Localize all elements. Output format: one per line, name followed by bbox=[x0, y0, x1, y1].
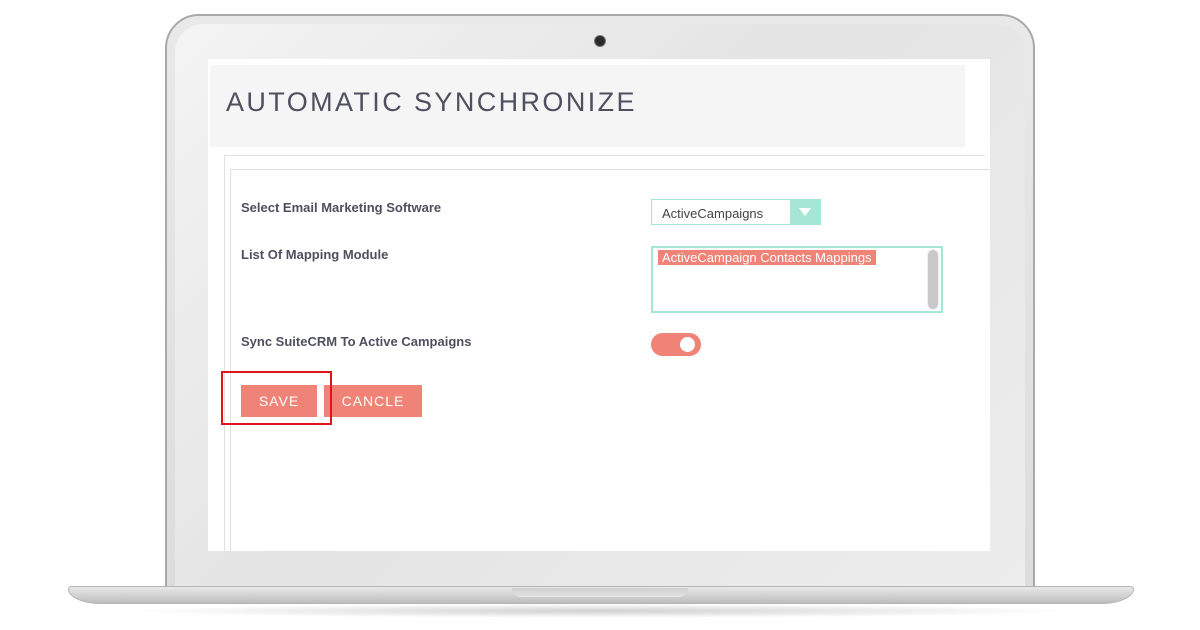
listbox-scrollbar[interactable] bbox=[927, 249, 939, 310]
form-panel-inner bbox=[230, 169, 990, 551]
email-software-label: Select Email Marketing Software bbox=[241, 200, 442, 215]
cancel-button[interactable]: CANCLE bbox=[324, 385, 422, 417]
laptop-shadow bbox=[120, 604, 1080, 618]
mapping-module-listbox[interactable]: ActiveCampaign Contacts Mappings bbox=[651, 246, 943, 313]
email-software-select[interactable]: ActiveCampaigns bbox=[651, 199, 821, 225]
scrollbar-thumb[interactable] bbox=[928, 250, 938, 309]
header-panel: AUTOMATIC SYNCHRONIZE bbox=[210, 65, 965, 147]
app-screen: AUTOMATIC SYNCHRONIZE Select Email Marke… bbox=[208, 59, 990, 551]
mapping-module-label: List Of Mapping Module bbox=[241, 247, 389, 262]
mapping-option-selected[interactable]: ActiveCampaign Contacts Mappings bbox=[658, 250, 876, 265]
laptop-notch bbox=[512, 588, 688, 597]
page-title: AUTOMATIC SYNCHRONIZE bbox=[226, 87, 637, 117]
email-software-value: ActiveCampaigns bbox=[662, 206, 764, 221]
chevron-down-icon[interactable] bbox=[790, 200, 820, 224]
camera-icon bbox=[594, 35, 606, 47]
save-highlight-box bbox=[221, 371, 332, 425]
sync-toggle[interactable] bbox=[651, 333, 701, 356]
toggle-knob[interactable] bbox=[680, 337, 695, 352]
sync-label: Sync SuiteCRM To Active Campaigns bbox=[241, 334, 472, 349]
